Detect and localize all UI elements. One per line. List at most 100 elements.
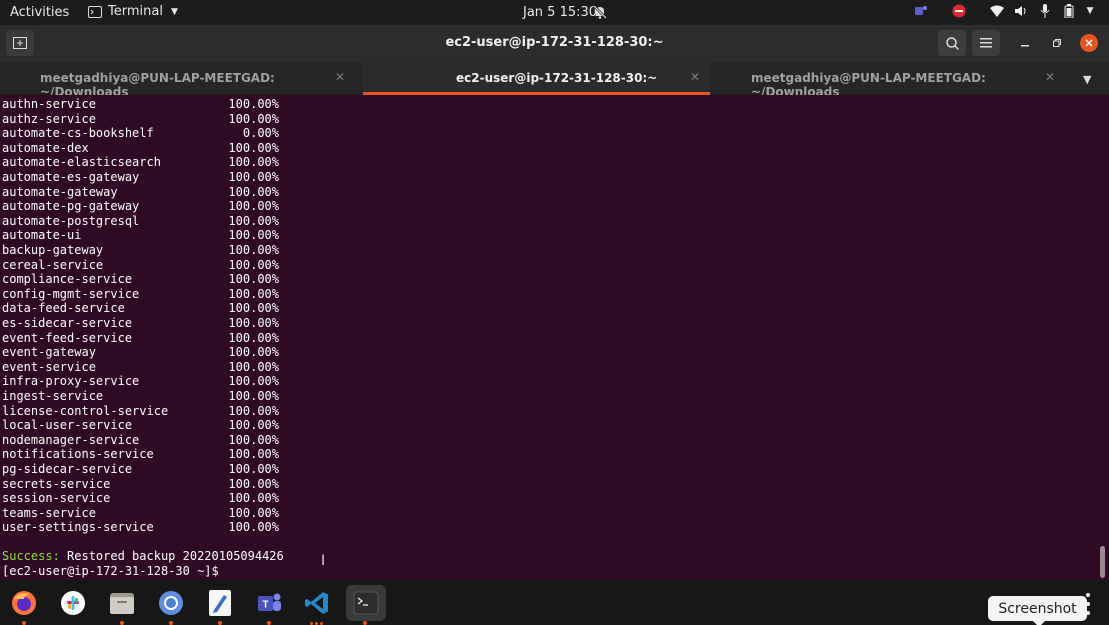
chevron-down-icon: ▼ xyxy=(170,6,178,17)
service-name: session-service xyxy=(2,491,111,506)
running-indicator xyxy=(120,621,124,625)
restore-percentage: 100.00% xyxy=(228,170,279,184)
service-name: teams-service xyxy=(2,505,96,520)
success-label: Success: xyxy=(2,549,60,563)
service-name: event-service xyxy=(2,359,96,374)
close-tab-icon[interactable]: ✕ xyxy=(335,70,345,84)
firefox-icon xyxy=(12,591,36,615)
restore-percentage: 100.00% xyxy=(228,184,279,199)
service-name: data-feed-service xyxy=(2,301,125,316)
dock-firefox[interactable] xyxy=(5,585,43,625)
dock-teams[interactable]: T xyxy=(250,585,288,625)
service-name: event-feed-service xyxy=(2,330,133,345)
restore-percentage: 100.00% xyxy=(228,155,279,170)
restore-percentage: 100.00% xyxy=(228,228,279,243)
running-indicator xyxy=(218,621,222,625)
slack-icon xyxy=(61,591,85,615)
app-menu-label: Terminal xyxy=(108,4,163,19)
restore-percentage: 100.00% xyxy=(228,272,279,287)
service-name: event-gateway xyxy=(2,345,96,360)
search-button[interactable] xyxy=(938,30,966,56)
dock-files[interactable] xyxy=(103,585,141,625)
service-name: user-settings-service xyxy=(2,520,154,535)
restore-percentage: 100.00% xyxy=(228,359,279,374)
service-name: config-mgmt-service xyxy=(2,286,140,301)
service-name: license-control-service xyxy=(2,403,169,418)
teams-icon: T xyxy=(258,593,281,611)
clock[interactable]: Jan 5 15:30 xyxy=(523,5,597,20)
restore-button[interactable] xyxy=(1043,30,1071,56)
do-not-disturb-icon[interactable] xyxy=(951,3,967,19)
service-name: nodemanager-service xyxy=(2,432,140,447)
service-name: automate-ui xyxy=(2,228,82,243)
chromium-icon xyxy=(159,591,183,615)
microphone-icon[interactable] xyxy=(1037,3,1053,19)
battery-icon[interactable] xyxy=(1061,3,1077,19)
search-icon xyxy=(945,36,959,50)
service-name: automate-pg-gateway xyxy=(2,199,140,214)
terminal-app-icon xyxy=(88,5,102,18)
restore-percentage: 100.00% xyxy=(228,505,279,520)
notifications-muted-icon xyxy=(593,5,607,19)
dock-terminal[interactable] xyxy=(346,585,386,625)
scrollbar[interactable] xyxy=(1100,546,1105,578)
text-cursor-icon: I xyxy=(321,553,326,569)
restore-percentage: 100.00% xyxy=(228,140,279,155)
terminal-icon xyxy=(353,591,379,615)
terminal-output[interactable]: authn-service 100.00% authz-service 100.00%… xyxy=(0,95,1109,580)
dock-text-editor[interactable] xyxy=(201,585,239,625)
service-name: authn-service xyxy=(2,97,96,111)
service-name: infra-proxy-service xyxy=(2,374,140,389)
restore-percentage: 100.00% xyxy=(228,97,279,111)
service-name: authz-service xyxy=(2,111,96,126)
screenshot-tooltip: Screenshot xyxy=(988,596,1087,625)
tab-label: ec2-user@ip-172-31-128-30:~ xyxy=(456,71,658,85)
dock: T xyxy=(0,580,1109,625)
text-editor-icon xyxy=(209,590,231,616)
volume-icon[interactable] xyxy=(1013,3,1029,19)
tab-downloads-2[interactable]: meetgadhiya@PUN-LAP-MEETGAD: ~/Downloads… xyxy=(711,62,1071,99)
shell-prompt[interactable]: [ec2-user@ip-172-31-128-30 ~]$ xyxy=(2,564,219,579)
top-bar: Activities Terminal ▼ Jan 5 15:30 ▼ xyxy=(0,0,1109,25)
tab-ec2-user[interactable]: ec2-user@ip-172-31-128-30:~ ✕ xyxy=(363,62,710,95)
dock-chromium[interactable] xyxy=(152,585,190,625)
hamburger-icon xyxy=(980,38,992,48)
system-tray[interactable]: ▼ xyxy=(913,3,1095,19)
service-name: automate-elasticsearch xyxy=(2,155,161,170)
dock-slack[interactable] xyxy=(54,585,92,621)
tab-downloads-1[interactable]: meetgadhiya@PUN-LAP-MEETGAD: ~/Downloads… xyxy=(0,62,362,99)
running-indicator xyxy=(169,621,173,625)
restore-percentage: 100.00% xyxy=(228,330,279,345)
teams-tray-icon[interactable] xyxy=(913,3,929,19)
close-tab-icon[interactable]: ✕ xyxy=(690,70,700,84)
minimize-icon xyxy=(1021,45,1029,47)
minimize-button[interactable] xyxy=(1011,30,1039,56)
vscode-icon xyxy=(305,592,328,614)
service-name: es-sidecar-service xyxy=(2,316,133,330)
chevron-down-icon[interactable]: ▼ xyxy=(1085,3,1095,19)
app-menu[interactable]: Terminal ▼ xyxy=(88,4,178,19)
close-icon xyxy=(1085,39,1093,47)
restore-percentage: 100.00% xyxy=(228,199,279,214)
service-name: backup-gateway xyxy=(2,243,104,257)
tabs-dropdown-icon[interactable]: ▼ xyxy=(1083,73,1091,86)
restore-percentage: 100.00% xyxy=(228,374,279,389)
restore-percentage: 0.00% xyxy=(242,126,279,141)
service-name: cereal-service xyxy=(2,257,104,272)
restore-percentage: 100.00% xyxy=(228,111,279,126)
hamburger-menu-button[interactable] xyxy=(972,30,1000,56)
close-tab-icon[interactable]: ✕ xyxy=(1045,70,1055,84)
success-line: Success: Restored backup 20220105094426 xyxy=(2,549,284,564)
restore-percentage: 100.00% xyxy=(228,345,279,360)
restore-percentage: 100.00% xyxy=(228,418,279,433)
activities-button[interactable]: Activities xyxy=(10,5,69,20)
restore-percentage: 100.00% xyxy=(228,403,279,418)
restore-percentage: 100.00% xyxy=(228,447,279,462)
svg-text:T: T xyxy=(262,600,268,611)
dock-vscode[interactable] xyxy=(298,585,336,625)
show-applications-icon[interactable] xyxy=(1086,593,1100,617)
restore-percentage: 100.00% xyxy=(228,316,279,330)
wifi-icon[interactable] xyxy=(989,3,1005,19)
restore-percentage: 100.00% xyxy=(228,520,279,535)
close-window-button[interactable] xyxy=(1080,34,1098,52)
